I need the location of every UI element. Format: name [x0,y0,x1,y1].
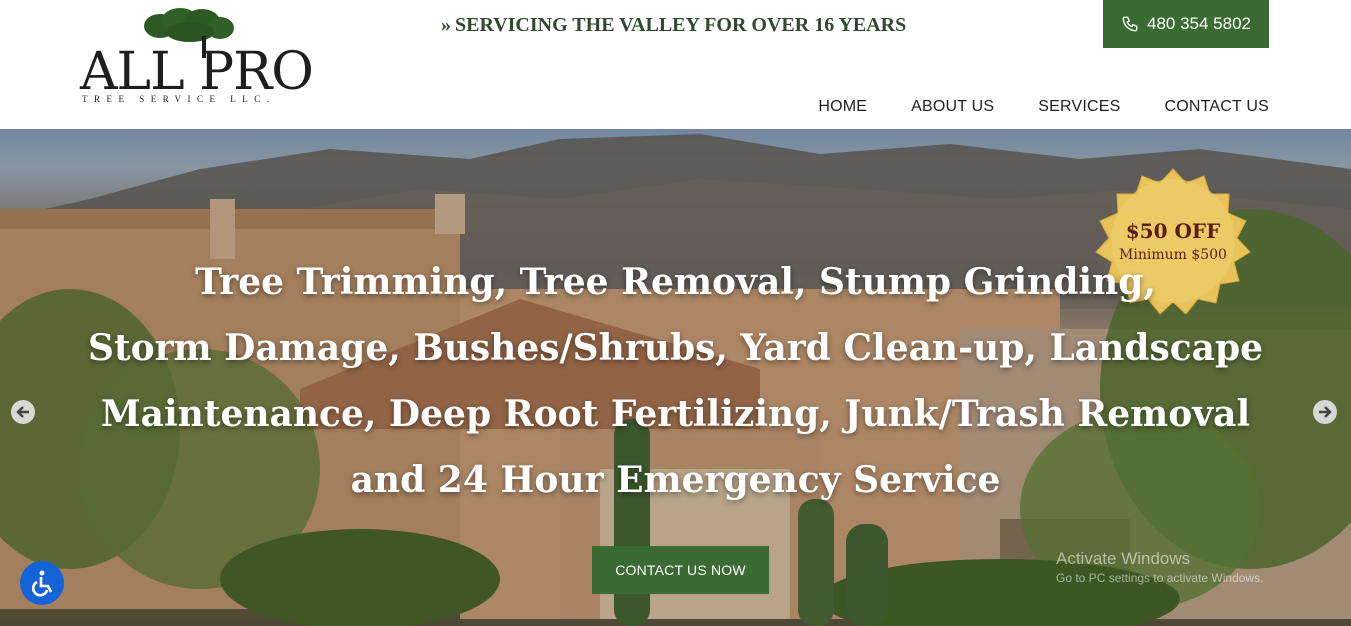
watermark-subtitle: Go to PC settings to activate Windows. [1056,571,1264,585]
logo-sub-text: TREE SERVICE LLC. [82,94,276,104]
phone-button[interactable]: 480 354 5802 [1103,0,1269,48]
phone-number: 480 354 5802 [1147,14,1251,33]
windows-activation-watermark: Activate Windows Go to PC settings to ac… [1056,549,1263,585]
accessibility-button[interactable] [20,561,64,605]
logo[interactable]: ALL PRO TREE SERVICE LLC. [80,8,320,108]
hero-headline: Tree Trimming, Tree Removal, Stump Grind… [0,249,1351,513]
watermark-title: Activate Windows [1056,549,1191,568]
arrow-left-icon[interactable] [11,400,35,424]
tagline-text: SERVICING THE VALLEY FOR OVER 16 YEARS [455,14,907,36]
headline-line-3: Maintenance, Deep Root Fertilizing, Junk… [100,393,1251,435]
arrow-right-icon[interactable] [1313,400,1337,424]
discount-badge: $50 OFF Minimum $500 [1096,219,1250,263]
wheelchair-icon [31,570,53,597]
double-chevron-right-icon: » [441,14,451,36]
tagline: » SERVICING THE VALLEY FOR OVER 16 YEARS [441,14,906,37]
nav-contact-us[interactable]: CONTACT US [1164,98,1269,116]
badge-title: $50 OFF [1125,219,1221,243]
nav-home[interactable]: HOME [818,98,867,116]
nav-services[interactable]: SERVICES [1038,98,1120,116]
phone-icon [1122,16,1138,32]
contact-us-now-button[interactable]: CONTACT US NOW [592,546,769,594]
nav-about-us[interactable]: ABOUT US [911,98,994,116]
headline-line-2: Storm Damage, Bushes/Shrubs, Yard Clean-… [87,327,1264,369]
headline-line-4: and 24 Hour Emergency Service [350,459,1001,501]
logo-main-text: ALL PRO [80,42,314,102]
site-header: ALL PRO TREE SERVICE LLC. » SERVICING THE… [0,0,1351,129]
badge-subtitle: Minimum $500 [1119,247,1227,263]
main-nav: HOME ABOUT US SERVICES CONTACT US [818,98,1269,116]
